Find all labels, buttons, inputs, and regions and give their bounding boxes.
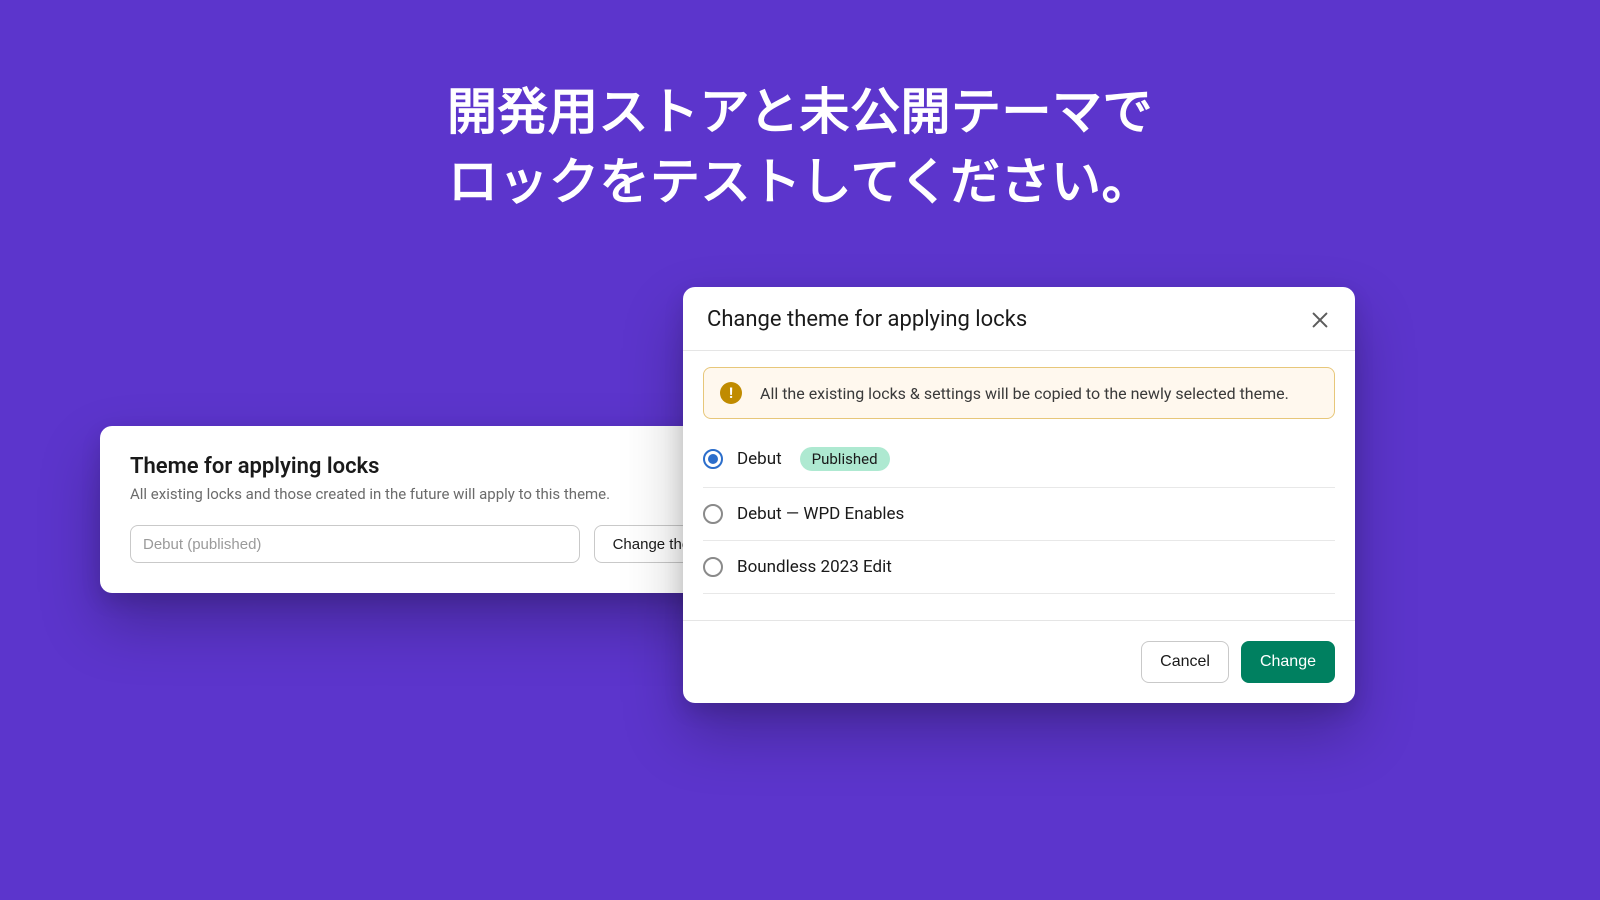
headline-line-1: 開発用ストアと未公開テーマで [0, 78, 1600, 148]
theme-option-debut-wpd[interactable]: Debut — WPD Enables [703, 488, 1335, 541]
modal-footer: Cancel Change [683, 620, 1355, 703]
radio-icon [703, 557, 723, 577]
radio-icon [703, 449, 723, 469]
radio-icon [703, 504, 723, 524]
close-icon[interactable] [1309, 309, 1331, 331]
current-theme-input[interactable] [130, 525, 580, 563]
theme-settings-card: Theme for applying locks All existing lo… [100, 426, 760, 593]
theme-option-debut[interactable]: Debut Published [703, 441, 1335, 488]
settings-row: Change theme [130, 525, 730, 563]
confirm-change-button[interactable]: Change [1241, 641, 1335, 683]
headline-line-2: ロックをテストしてください。 [0, 148, 1600, 218]
modal-title: Change theme for applying locks [707, 307, 1027, 332]
modal-header: Change theme for applying locks [683, 287, 1355, 351]
theme-option-label: Boundless 2023 Edit [737, 557, 892, 577]
published-badge: Published [800, 447, 890, 471]
info-alert: ! All the existing locks & settings will… [703, 367, 1335, 419]
theme-option-label: Debut [737, 449, 782, 469]
alert-text: All the existing locks & settings will b… [760, 384, 1289, 403]
settings-description: All existing locks and those created in … [130, 485, 730, 503]
page-headline: 開発用ストアと未公開テーマで ロックをテストしてください。 [0, 78, 1600, 218]
cancel-button[interactable]: Cancel [1141, 641, 1229, 683]
theme-options-list: Debut Published Debut — WPD Enables Boun… [703, 441, 1335, 594]
warning-glyph: ! [729, 386, 733, 401]
settings-title: Theme for applying locks [130, 454, 730, 479]
change-theme-modal: Change theme for applying locks ! All th… [683, 287, 1355, 703]
theme-option-boundless[interactable]: Boundless 2023 Edit [703, 541, 1335, 594]
warning-icon: ! [720, 382, 742, 404]
modal-body: ! All the existing locks & settings will… [683, 351, 1355, 594]
theme-option-label: Debut — WPD Enables [737, 504, 904, 524]
